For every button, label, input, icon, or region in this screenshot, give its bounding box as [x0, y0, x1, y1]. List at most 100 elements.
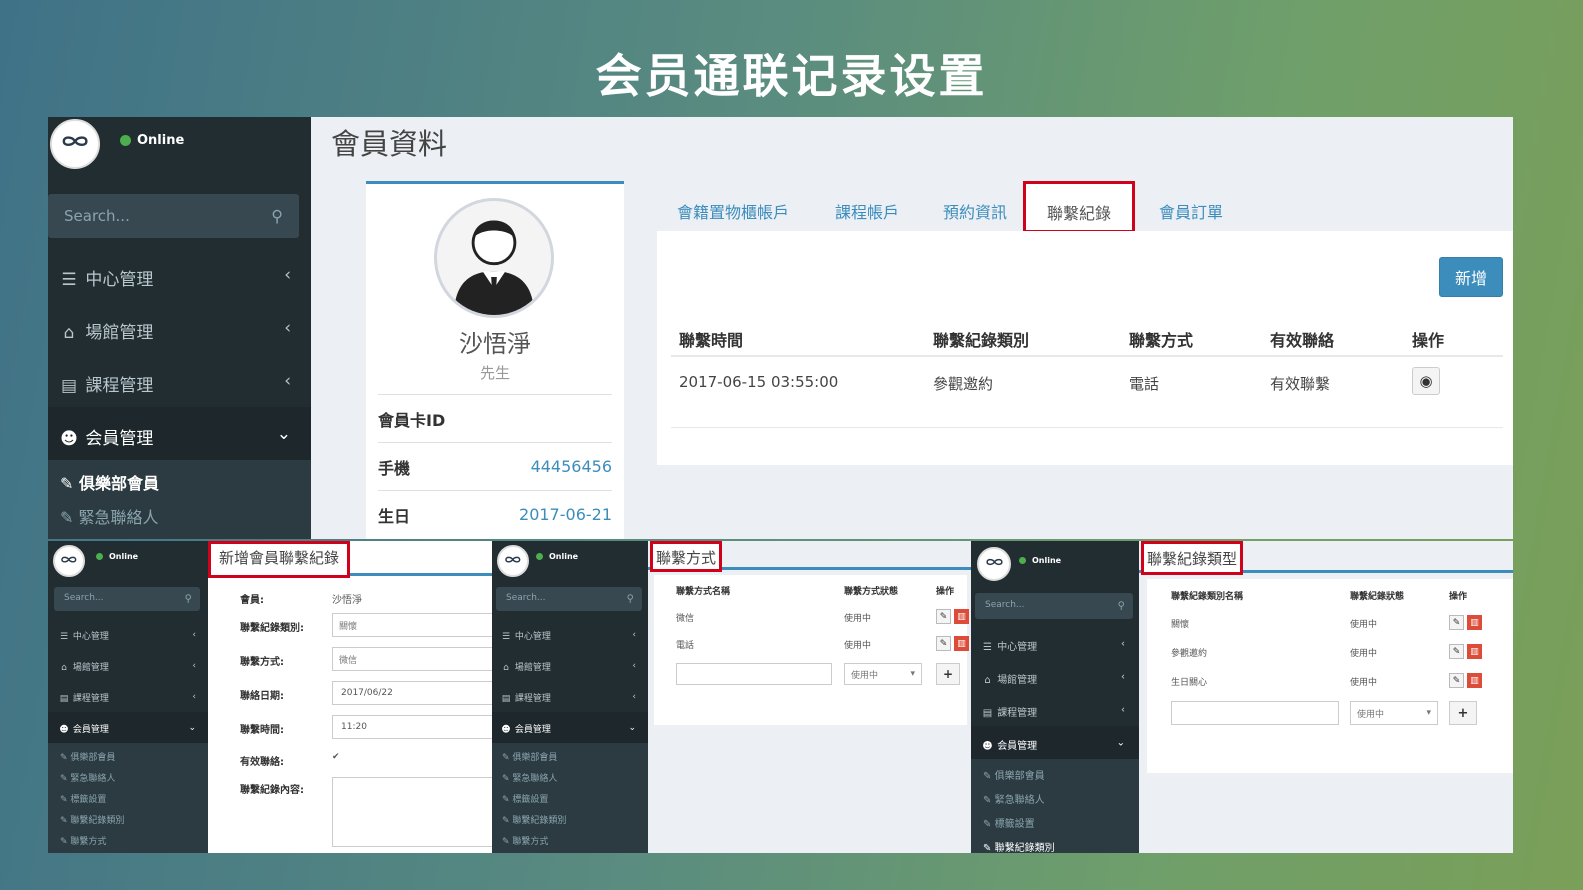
- submenu-label: 俱樂部會員: [78, 474, 159, 493]
- menu-item-member[interactable]: ☻ 会員管理 ⌄: [48, 712, 208, 743]
- add-type-button[interactable]: +: [1449, 701, 1477, 725]
- submenu-item-tags[interactable]: ✎ 標籤設置: [48, 789, 208, 810]
- submenu-item-club-member[interactable]: ✎ 俱樂部會員: [492, 747, 648, 768]
- menu-label: 中心管理: [997, 642, 1038, 653]
- submenu-item-record-types[interactable]: ✎ 聯繫紀錄類別: [492, 810, 648, 831]
- chevron-down-icon: ⌄: [276, 423, 291, 444]
- tab-course-account[interactable]: 課程帳戶: [835, 199, 899, 223]
- menu-item-member[interactable]: ☻ 会員管理 ⌄: [48, 407, 311, 460]
- tab-membership[interactable]: 會籍置物櫃帳戶: [677, 199, 789, 223]
- sitemap-icon: ☰: [501, 632, 511, 642]
- edit-icon: ✎: [502, 753, 510, 763]
- menu-label: 場館管理: [72, 663, 109, 673]
- search-box[interactable]: Search... ⚲: [975, 593, 1133, 619]
- date-input[interactable]: 2017/06/22: [332, 681, 492, 705]
- menu-item-venue[interactable]: ⌂ 場館管理 ‹: [971, 660, 1139, 693]
- submenu-item-record-types[interactable]: ✎ 聯繫紀錄類別: [48, 810, 208, 831]
- cell-time: 2017-06-15 03:55:00: [679, 373, 839, 391]
- online-label: Online: [109, 552, 139, 561]
- edit-icon: ✎: [502, 795, 510, 805]
- col-header-actions: 操作: [1449, 592, 1468, 602]
- search-icon[interactable]: ⚲: [627, 594, 634, 605]
- menu-item-course[interactable]: ▤ 課程管理 ‹: [492, 681, 648, 712]
- menu-item-center[interactable]: ☰ 中心管理 ‹: [492, 619, 648, 650]
- submenu-item-tags[interactable]: ✎ 標籤設置: [492, 789, 648, 810]
- tab-orders[interactable]: 會員訂單: [1159, 199, 1223, 223]
- new-type-status-select[interactable]: 使用中 ▾: [1350, 701, 1438, 725]
- new-type-input[interactable]: [1171, 701, 1339, 725]
- cell-type: 參觀邀約: [933, 375, 994, 393]
- new-method-status-select[interactable]: 使用中 ▾: [844, 663, 922, 685]
- submenu-item-methods[interactable]: ✎ 聯繫方式: [48, 831, 208, 852]
- select-value: 使用中: [851, 670, 879, 681]
- menu-item-member[interactable]: ☻ 会員管理 ⌄: [971, 726, 1139, 759]
- menu-item-course[interactable]: ▤ 課程管理 ‹: [971, 693, 1139, 726]
- cell-name: 微信: [676, 614, 695, 624]
- menu-item-venue[interactable]: ⌂ 場館管理 ‹: [48, 650, 208, 681]
- chevron-left-icon: ‹: [284, 317, 291, 338]
- menu-item-center[interactable]: ☰ 中心管理 ‹: [48, 248, 311, 301]
- search-placeholder: Search...: [506, 593, 546, 603]
- sidebar-small: Online Search... ⚲ ☰ 中心管理 ‹ ⌂ 場館管理 ‹ ▤ 課程管理…: [48, 541, 208, 853]
- valid-checkbox[interactable]: ✔: [332, 752, 340, 762]
- sitemap-icon: ☰: [59, 632, 69, 642]
- menu-label: 場館管理: [997, 675, 1038, 686]
- col-header-status: 聯繫紀錄狀態: [1350, 592, 1405, 602]
- submenu-item-emergency[interactable]: ✎ 緊急聯絡人: [492, 768, 648, 789]
- menu-item-center[interactable]: ☰ 中心管理 ‹: [971, 627, 1139, 660]
- edit-icon: ✎: [983, 795, 992, 806]
- menu-item-venue[interactable]: ⌂ 場館管理 ‹: [492, 650, 648, 681]
- menu-label: 場館管理: [85, 323, 154, 343]
- submenu-item-emergency[interactable]: ✎ 緊急聯絡人: [48, 500, 311, 534]
- submenu-item-club-member[interactable]: ✎ 俱樂部會員: [971, 764, 1139, 788]
- submenu-item-club-member[interactable]: ✎ 俱樂部會員: [48, 466, 311, 500]
- trash-icon[interactable]: ▥: [1467, 673, 1482, 688]
- tab-contact-record[interactable]: 聯繫紀錄: [1023, 181, 1135, 233]
- tab-booking[interactable]: 預約資訊: [943, 199, 1007, 223]
- edit-icon[interactable]: ✎: [1449, 644, 1464, 659]
- trash-icon[interactable]: ▥: [1467, 644, 1482, 659]
- search-box[interactable]: Search... ⚲: [54, 587, 200, 611]
- member-value: 沙悟淨: [332, 595, 362, 606]
- submenu-item-emergency[interactable]: ✎ 緊急聯絡人: [971, 788, 1139, 812]
- add-method-button[interactable]: +: [936, 663, 960, 685]
- field-label: 有效聯絡:: [240, 757, 284, 768]
- submenu-item-methods[interactable]: ✎ 聯繫方式: [492, 831, 648, 852]
- select-value: 使用中: [1357, 709, 1385, 720]
- field-label: 聯繫方式:: [240, 657, 284, 668]
- content-textarea[interactable]: [332, 777, 492, 847]
- new-method-input[interactable]: [676, 663, 832, 685]
- chevron-down-icon: ⌄: [1116, 737, 1125, 748]
- menu-item-member[interactable]: ☻ 会員管理 ⌄: [492, 712, 648, 743]
- logo: [497, 545, 529, 577]
- submenu-item-club-member[interactable]: ✎ 俱樂部會員: [48, 747, 208, 768]
- submenu-item-emergency[interactable]: ✎ 緊急聯絡人: [48, 768, 208, 789]
- add-button[interactable]: 新增: [1439, 257, 1503, 297]
- edit-icon[interactable]: ✎: [936, 636, 951, 651]
- view-eye-icon[interactable]: ◉: [1412, 367, 1440, 395]
- search-icon[interactable]: ⚲: [271, 207, 283, 226]
- content-area: 會員資料 沙悟淨 先生 會員卡ID 手機 44456456 生日 2017-06-2…: [311, 117, 1513, 539]
- submenu-label: 標籤設置: [994, 819, 1035, 830]
- record-type-select[interactable]: 關懷: [332, 613, 492, 637]
- submenu-label: 聯繫方式: [512, 837, 549, 847]
- trash-icon[interactable]: ▥: [954, 636, 969, 651]
- trash-icon[interactable]: ▥: [954, 609, 969, 624]
- col-header-actions: 操作: [936, 587, 955, 597]
- edit-icon[interactable]: ✎: [1449, 673, 1464, 688]
- submenu-item-tags[interactable]: ✎ 標籤設置: [971, 812, 1139, 836]
- submenu-item-record-types[interactable]: ✎ 聯繫紀錄類別: [971, 836, 1139, 853]
- edit-icon[interactable]: ✎: [936, 609, 951, 624]
- menu-item-venue[interactable]: ⌂ 場館管理 ‹: [48, 301, 311, 354]
- menu-item-course[interactable]: ▤ 課程管理 ‹: [48, 354, 311, 407]
- method-select[interactable]: 微信: [332, 647, 492, 671]
- search-box[interactable]: Search... ⚲: [496, 587, 642, 611]
- menu-item-course[interactable]: ▤ 課程管理 ‹: [48, 681, 208, 712]
- search-icon[interactable]: ⚲: [185, 594, 192, 605]
- trash-icon[interactable]: ▥: [1467, 615, 1482, 630]
- edit-icon[interactable]: ✎: [1449, 615, 1464, 630]
- search-icon[interactable]: ⚲: [1118, 601, 1125, 612]
- menu-item-center[interactable]: ☰ 中心管理 ‹: [48, 619, 208, 650]
- time-input[interactable]: 11:20: [332, 715, 492, 739]
- search-box[interactable]: Search... ⚲: [48, 194, 299, 238]
